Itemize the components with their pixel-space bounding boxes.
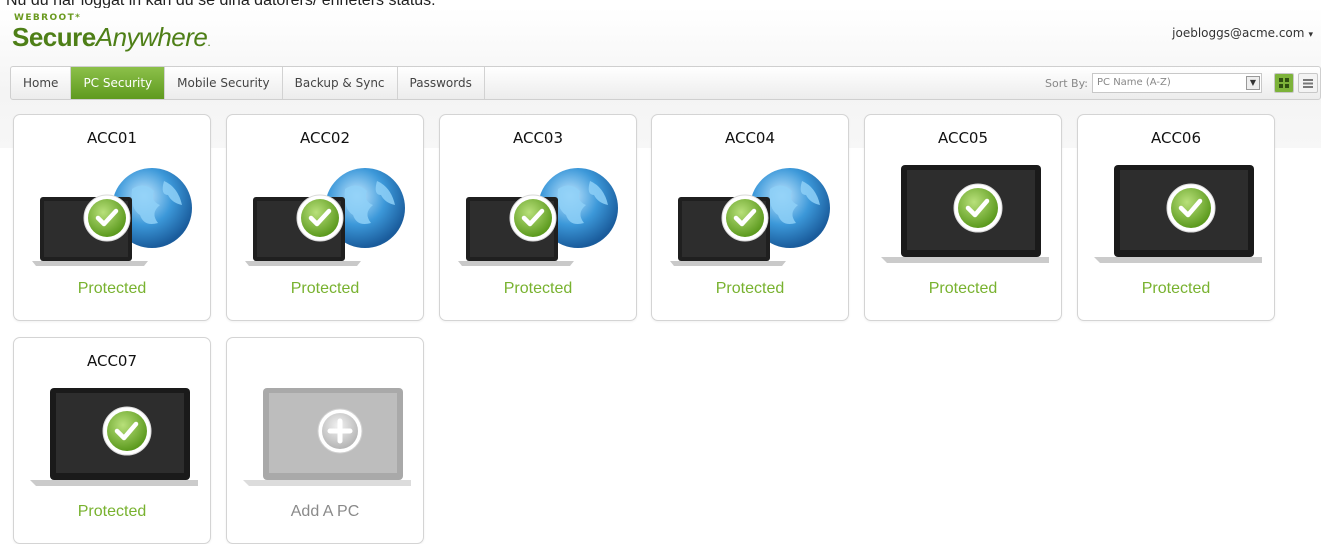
device-name: ACC07 [86, 352, 138, 370]
device-card[interactable]: ACC02 Protected [226, 114, 424, 321]
laptop-globe-check-icon [670, 168, 830, 266]
laptop-check-icon [30, 388, 198, 486]
device-card[interactable]: ACC04 Protected [651, 114, 849, 321]
add-pc-card[interactable]: Add A PC [226, 337, 424, 544]
nav-tabs: Home PC Security Mobile Security Backup … [11, 67, 485, 99]
tab-backup-sync[interactable]: Backup & Sync [283, 67, 398, 99]
grid-view-button[interactable] [1274, 73, 1294, 93]
tab-pc-security[interactable]: PC Security [71, 67, 166, 99]
laptop-add-icon [243, 388, 411, 486]
sort-value: PC Name (A-Z) [1097, 77, 1171, 88]
chevron-down-icon: ▾ [1308, 30, 1313, 40]
status-label: Protected [503, 280, 573, 297]
device-name: ACC06 [1150, 129, 1202, 147]
laptop-check-icon [1094, 165, 1262, 263]
laptop-check-icon [881, 165, 1049, 263]
brand-logo: SecureAnywhere. [12, 22, 211, 52]
status-label: Protected [290, 280, 360, 297]
account-menu[interactable]: joebloggs@acme.com ▾ [1172, 26, 1313, 40]
dropdown-arrow-icon[interactable]: ▼ [1246, 76, 1260, 90]
laptop-globe-check-icon [245, 168, 405, 266]
account-email: joebloggs@acme.com [1172, 26, 1305, 40]
device-card[interactable]: ACC05 Protected [864, 114, 1062, 321]
status-label: Protected [77, 280, 147, 297]
add-pc-label: Add A PC [290, 503, 360, 520]
device-card[interactable]: ACC07 Protected [13, 337, 211, 544]
list-icon [1303, 79, 1313, 88]
sort-select[interactable]: PC Name (A-Z) ▼ [1092, 73, 1262, 93]
tab-home[interactable]: Home [11, 67, 72, 99]
brand-secure: Secure [12, 22, 96, 52]
app-frame: WEBROOT* SecureAnywhere. joebloggs@acme.… [0, 8, 1321, 544]
grid-icon [1279, 78, 1289, 88]
laptop-globe-check-icon [32, 168, 192, 266]
brand-anywhere: Anywhere [95, 22, 208, 52]
status-label: Protected [1141, 280, 1211, 297]
device-name: ACC01 [86, 129, 138, 147]
device-name: ACC05 [937, 129, 989, 147]
device-card[interactable]: ACC03 Protected [439, 114, 637, 321]
device-card[interactable]: ACC01 Protected [13, 114, 211, 321]
main-navbar: Home PC Security Mobile Security Backup … [10, 66, 1321, 100]
status-label: Protected [715, 280, 785, 297]
laptop-globe-check-icon [458, 168, 618, 266]
status-label: Protected [928, 280, 998, 297]
list-view-button[interactable] [1298, 73, 1318, 93]
device-name: ACC02 [299, 129, 351, 147]
device-name: ACC03 [512, 129, 564, 147]
device-name: ACC04 [724, 129, 776, 147]
tab-mobile-security[interactable]: Mobile Security [165, 67, 283, 99]
status-label: Protected [77, 503, 147, 520]
sort-control: Sort By: PC Name (A-Z) ▼ [1045, 72, 1262, 94]
device-card[interactable]: ACC06 Protected [1077, 114, 1275, 321]
tab-passwords[interactable]: Passwords [398, 67, 485, 99]
sort-label: Sort By: [1044, 76, 1088, 90]
